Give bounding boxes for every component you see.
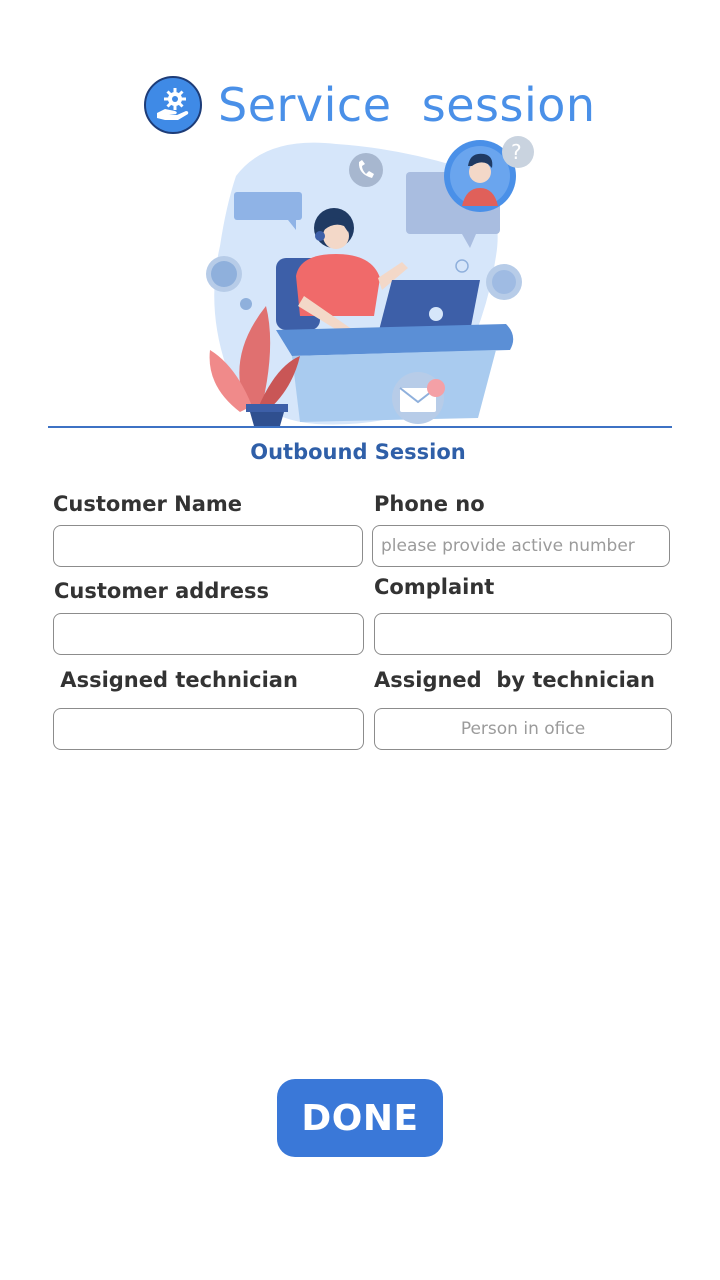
- app-header: Service session: [144, 76, 596, 134]
- app-title: Service session: [218, 78, 596, 132]
- hand-gear-icon: [144, 76, 202, 134]
- assigned-technician-input[interactable]: [53, 708, 364, 750]
- customer-address-label: Customer address: [54, 579, 269, 603]
- complaint-input[interactable]: [374, 613, 672, 655]
- assigned-by-input[interactable]: [374, 708, 672, 750]
- header-divider: [48, 426, 672, 428]
- phone-input[interactable]: [372, 525, 670, 567]
- customer-address-input[interactable]: [53, 613, 364, 655]
- section-title: Outbound Session: [250, 440, 466, 464]
- svg-text:?: ?: [511, 140, 522, 164]
- assigned-by-label: Assigned by technician: [374, 668, 655, 692]
- assigned-technician-label: Assigned technician: [53, 668, 298, 692]
- done-button[interactable]: DONE: [277, 1079, 443, 1157]
- customer-name-input[interactable]: [53, 525, 363, 567]
- complaint-label: Complaint: [374, 575, 495, 599]
- phone-label: Phone no: [374, 492, 485, 516]
- customer-name-label: Customer Name: [53, 492, 242, 516]
- support-agent-illustration: ?: [196, 136, 536, 432]
